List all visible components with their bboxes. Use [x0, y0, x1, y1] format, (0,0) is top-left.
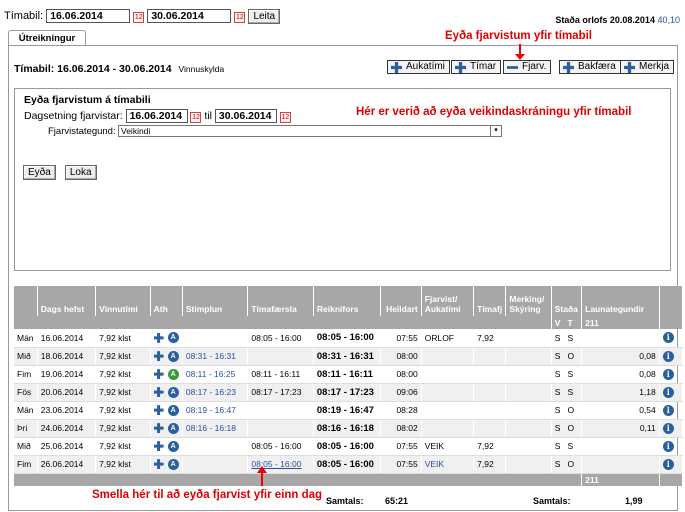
time-entry: 08:11 - 16:11 — [247, 365, 314, 384]
time-table: Dags hefst Vinnutími Ath Stimplun Tímafæ… — [14, 286, 684, 486]
add-icon[interactable] — [153, 459, 164, 470]
form-title: Eyða fjarvistum á tímabili — [24, 94, 151, 106]
status-a-icon[interactable]: A — [167, 368, 179, 380]
add-icon[interactable] — [153, 369, 164, 380]
table-subheader: V T 211 — [14, 316, 684, 329]
time-entry — [247, 401, 314, 420]
arrow-head-icon — [257, 466, 267, 473]
add-icon[interactable] — [153, 332, 164, 343]
info-icon[interactable]: i — [662, 332, 674, 344]
plus-icon — [563, 62, 574, 73]
table-row: Mið 25.06.2014 7,92 klst A 08:05 - 16:00 08:0… — [14, 437, 684, 456]
add-icon[interactable] — [153, 405, 164, 416]
status-a-icon[interactable]: A — [167, 440, 179, 452]
add-icon[interactable] — [153, 423, 164, 434]
close-button[interactable]: Loka — [64, 165, 97, 180]
delete-button[interactable]: Eyða — [23, 165, 56, 180]
annotation-mid: Hér er verið að eyða veikindaskráningu y… — [356, 106, 632, 118]
period-label: Tímabil: — [4, 10, 44, 22]
to-date-input[interactable]: 30.06.2014 — [147, 9, 232, 23]
info-icon[interactable]: i — [662, 458, 674, 470]
table-header: Dags hefst Vinnutími Ath Stimplun Tímafæ… — [14, 286, 684, 316]
status-a-icon[interactable]: A — [167, 422, 179, 434]
total-value-1: 65:21 — [385, 496, 409, 506]
arrow-icon — [261, 472, 263, 486]
table-row: Mán 16.06.2014 7,92 klst A 08:05 - 16:00 08:0… — [14, 329, 684, 348]
time-entry — [247, 347, 314, 366]
period-filter: Tímabil: 16.06.2014 12 30.06.2014 12 Lei… — [4, 9, 281, 24]
absence-type-label: Fjarvistategund: — [48, 126, 116, 137]
total-label-2: Samtals: — [533, 496, 571, 506]
plus-icon — [391, 62, 402, 73]
add-overtime-button[interactable]: Aukatími — [387, 60, 450, 74]
annotation-top: Eyða fjarvistum yfir tímabil — [445, 30, 592, 42]
plus-icon — [624, 62, 635, 73]
table-footer: 211 — [14, 473, 684, 486]
from-date-input[interactable]: 16.06.2014 — [46, 9, 131, 23]
leave-status: Staða orlofs 20.08.2014 40,10 — [555, 15, 680, 25]
status-a-icon[interactable]: A — [167, 332, 179, 344]
status-a-icon[interactable]: A — [167, 458, 179, 470]
reverse-button[interactable]: Bakfæra — [559, 60, 621, 74]
search-button[interactable]: Leita — [248, 9, 281, 24]
time-entry: 08:17 - 17:23 — [247, 383, 314, 402]
time-entry: 08:05 - 16:00 — [247, 437, 314, 456]
minus-icon — [507, 66, 518, 69]
info-icon[interactable]: i — [662, 350, 674, 362]
add-hours-button[interactable]: Tímar — [451, 60, 502, 74]
info-icon[interactable]: i — [662, 386, 674, 398]
table-row: Fös 20.06.2014 7,92 klst A 08:17 - 16:23 08:1… — [14, 383, 684, 402]
table-row: Mán 23.06.2014 7,92 klst A 08:19 - 16:47 08:1… — [14, 401, 684, 420]
table-row: Þri 24.06.2014 7,92 klst A 08:16 - 16:18 08:1… — [14, 419, 684, 438]
table-row: Fim 26.06.2014 7,92 klst A 08:05 - 16:00 08:0… — [14, 455, 684, 474]
info-icon[interactable]: i — [662, 422, 674, 434]
calendar-icon[interactable]: 12 — [133, 12, 145, 23]
add-icon[interactable] — [153, 441, 164, 452]
info-icon[interactable]: i — [662, 368, 674, 380]
mark-button[interactable]: Merkja — [620, 60, 675, 74]
time-entry: 08:05 - 16:00 — [247, 329, 314, 348]
absence-type-select[interactable]: Veikindi ▾ — [118, 125, 502, 137]
absence-to-input[interactable]: 30.06.2014 — [214, 109, 277, 123]
date-range-row: Dagsetning fjarvistar: 16.06.2014 12 til… — [24, 109, 291, 123]
status-a-icon[interactable]: A — [167, 404, 179, 416]
info-icon[interactable]: i — [662, 404, 674, 416]
chevron-down-icon[interactable]: ▾ — [490, 126, 501, 136]
calendar-icon[interactable]: 12 — [234, 12, 246, 23]
absence-from-input[interactable]: 16.06.2014 — [125, 109, 188, 123]
time-entry — [247, 419, 314, 438]
total-value-2: 1,99 — [625, 496, 643, 506]
info-icon[interactable]: i — [662, 440, 674, 452]
plus-icon — [455, 62, 466, 73]
total-label-1: Samtals: — [326, 496, 364, 506]
add-icon[interactable] — [153, 387, 164, 398]
add-icon[interactable] — [153, 351, 164, 362]
table-row: Mið 18.06.2014 7,92 klst A 08:31 - 16:31 08:3… — [14, 347, 684, 366]
tab-calculation[interactable]: Útreikningur — [8, 30, 86, 45]
absence-button[interactable]: Fjarv. — [503, 60, 552, 74]
calendar-icon[interactable]: 12 — [279, 112, 291, 123]
status-a-icon[interactable]: A — [167, 386, 179, 398]
period-title: Tímabil: 16.06.2014 - 30.06.2014 Vinnusk… — [14, 63, 225, 75]
table-row: Fim 19.06.2014 7,92 klst A 08:11 - 16:25 08:1… — [14, 365, 684, 384]
annotation-bottom: Smella hér til að eyða fjarvist yfir ein… — [92, 489, 323, 501]
status-a-icon[interactable]: A — [167, 350, 179, 362]
calendar-icon[interactable]: 12 — [190, 112, 202, 123]
